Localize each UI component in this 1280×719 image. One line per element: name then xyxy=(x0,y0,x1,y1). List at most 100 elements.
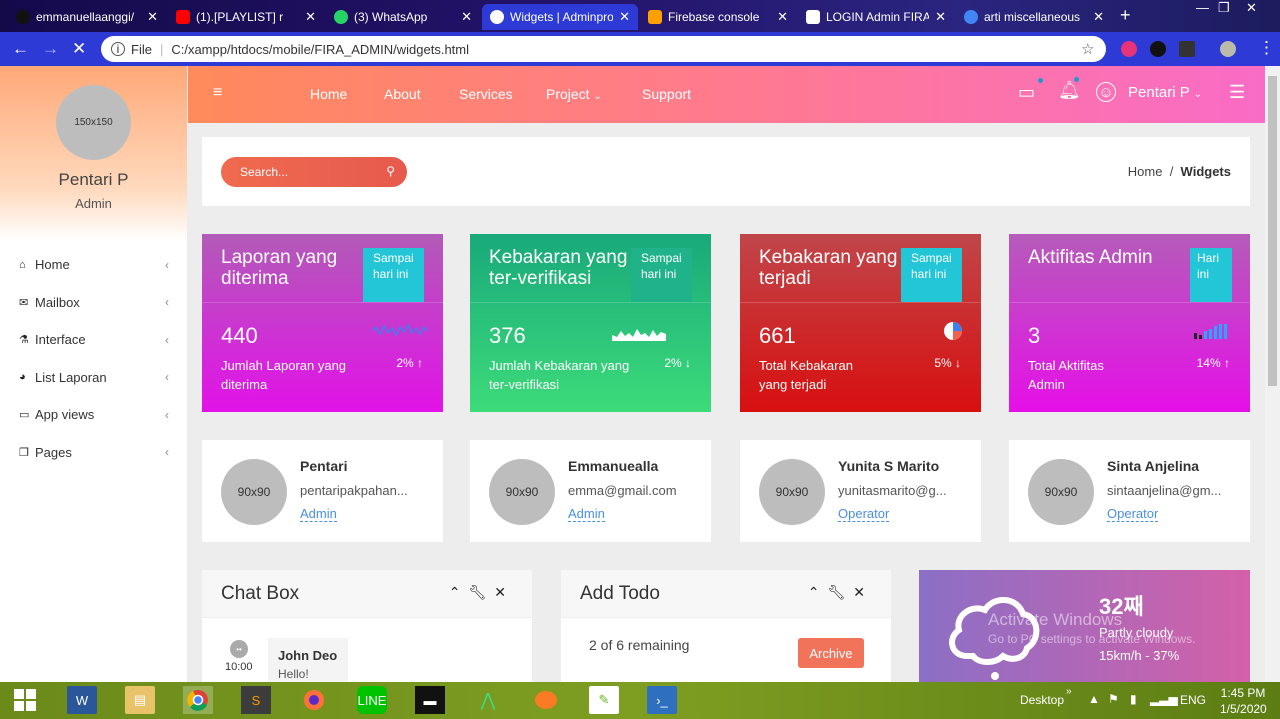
chrome-icon[interactable] xyxy=(183,686,213,714)
close-window-button[interactable]: ✕ xyxy=(1246,0,1257,16)
desktop-toolbar-label[interactable]: Desktop xyxy=(1020,693,1064,707)
avatar[interactable]: 90x90 xyxy=(1028,459,1094,525)
file-explorer-icon[interactable]: ▤ xyxy=(125,686,155,714)
nav-link-label: Project xyxy=(546,86,590,102)
new-tab-button[interactable]: + xyxy=(1120,5,1131,26)
tab-label: Firebase console xyxy=(668,10,760,24)
sublime-text-icon[interactable]: S xyxy=(241,686,271,714)
avatar[interactable]: 90x90 xyxy=(221,459,287,525)
extension-icon[interactable] xyxy=(1150,41,1166,57)
search-input[interactable]: Search... ⚲ xyxy=(221,157,407,187)
avatar[interactable]: 90x90 xyxy=(489,459,555,525)
user-role-link[interactable]: Operator xyxy=(1107,506,1159,522)
chevron-double-icon[interactable]: » xyxy=(1066,686,1072,697)
close-icon[interactable]: ✕ xyxy=(494,584,514,600)
user-role-link[interactable]: Admin xyxy=(568,506,605,522)
user-menu[interactable]: Pentari P ⌄ xyxy=(1128,84,1202,101)
close-icon[interactable]: ✕ xyxy=(853,584,873,600)
close-tab-icon[interactable]: ✕ xyxy=(305,9,316,25)
sidebar-item-mailbox[interactable]: ✉ Mailbox ‹ xyxy=(0,284,187,322)
archive-button[interactable]: Archive xyxy=(798,638,864,668)
chevron-up-icon[interactable]: ⌃ xyxy=(449,584,469,600)
user-role-link[interactable]: Admin xyxy=(300,506,337,522)
page-icon xyxy=(490,10,504,24)
envelope-icon: ✉ xyxy=(19,296,29,309)
address-bar[interactable]: i File | C:/xampp/htdocs/mobile/FIRA_ADM… xyxy=(101,36,1106,62)
nav-link-about[interactable]: About xyxy=(384,86,421,102)
nav-link-support[interactable]: Support xyxy=(642,86,691,102)
network-signal-icon[interactable]: ▂▃▅ xyxy=(1150,692,1178,706)
browser-tab[interactable]: Firebase console ✕ xyxy=(640,4,796,30)
close-tab-icon[interactable]: ✕ xyxy=(777,9,788,25)
browser-tab[interactable]: emmanuellaanggi/ ✕ xyxy=(8,4,166,30)
message-icon[interactable]: ▭ xyxy=(1018,78,1043,103)
sidebar-item-home[interactable]: ⌂ Home ‹ xyxy=(0,246,187,284)
stop-loading-icon[interactable]: ✕ xyxy=(72,39,86,59)
close-tab-icon[interactable]: ✕ xyxy=(461,9,472,25)
nav-link-services[interactable]: Services xyxy=(459,86,513,102)
nav-link-home[interactable]: Home xyxy=(310,86,347,102)
browser-tab-active[interactable]: Widgets | Adminpro ✕ xyxy=(482,4,638,30)
hamburger-menu-icon[interactable]: ≡ xyxy=(213,84,222,102)
chevron-up-icon[interactable]: ⌃ xyxy=(808,584,828,600)
wrench-icon[interactable]: 🔧︎ xyxy=(827,584,853,600)
sidebar-item-pages[interactable]: ❐ Pages ‹ xyxy=(0,434,187,472)
browser-tab[interactable]: arti miscellaneous ✕ xyxy=(956,4,1112,30)
battery-icon[interactable]: ▮ xyxy=(1130,692,1137,706)
line-app-icon[interactable]: LINE xyxy=(357,686,387,714)
minimize-window-button[interactable]: — xyxy=(1196,0,1209,15)
bookmark-star-icon[interactable]: ☆ xyxy=(1081,40,1094,58)
google-icon xyxy=(964,10,978,24)
stat-card: Aktifitas Admin Hari ini 3 Total Aktifit… xyxy=(1009,234,1250,412)
user-email: emma@gmail.com xyxy=(568,483,677,498)
sidebar-item-list-laporan[interactable]: ◕ List Laporan ‹ xyxy=(0,359,187,397)
stat-title: Kebakaran yang terjadi xyxy=(759,247,898,289)
tray-overflow-icon[interactable]: ▲ xyxy=(1088,692,1100,706)
terminal-icon[interactable]: ▬ xyxy=(415,686,445,714)
avatar[interactable]: 90x90 xyxy=(759,459,825,525)
sidebar-profile: 150x150 Pentari P Admin xyxy=(0,66,187,241)
user-card: 90x90 Sinta Anjelina sintaanjelina@gm...… xyxy=(1009,440,1250,542)
restore-window-button[interactable]: ❐ xyxy=(1218,0,1230,16)
powershell-icon[interactable]: ›_ xyxy=(647,686,677,714)
close-tab-icon[interactable]: ✕ xyxy=(1093,9,1104,25)
extension-icon[interactable] xyxy=(1179,41,1195,57)
back-arrow-icon[interactable]: ← xyxy=(12,39,29,59)
close-tab-icon[interactable]: ✕ xyxy=(935,9,946,25)
user-role-link[interactable]: Operator xyxy=(838,506,890,522)
browser-menu-icon[interactable]: ⋮ xyxy=(1258,38,1275,58)
info-icon[interactable]: i xyxy=(111,42,125,56)
language-indicator[interactable]: ENG xyxy=(1180,693,1206,707)
instagram-extension-icon[interactable] xyxy=(1121,41,1137,57)
avatar[interactable]: 150x150 xyxy=(56,85,131,160)
user-icon[interactable]: ☺ xyxy=(1096,82,1116,102)
close-tab-icon[interactable]: ✕ xyxy=(619,9,630,25)
clock[interactable]: 1:45 PM 1/5/2020 xyxy=(1220,686,1267,716)
page-scrollbar[interactable] xyxy=(1265,66,1280,682)
firefox-icon[interactable] xyxy=(299,686,329,714)
breadcrumb-home[interactable]: Home xyxy=(1128,164,1163,179)
search-icon[interactable]: ⚲ xyxy=(386,164,395,178)
notepad-plus-icon[interactable]: ✎ xyxy=(589,686,619,714)
profile-avatar-icon[interactable] xyxy=(1220,41,1236,57)
panel-title: Add Todo xyxy=(580,583,660,604)
user-name: Emmanuealla xyxy=(568,458,659,474)
android-studio-icon[interactable]: ⋀ xyxy=(473,686,503,714)
scrollbar-thumb[interactable] xyxy=(1268,76,1277,386)
browser-tab[interactable]: LOGIN Admin FIRA ✕ xyxy=(798,4,954,30)
browser-tab[interactable]: (1).[PLAYLIST] r ✕ xyxy=(168,4,324,30)
xampp-icon[interactable] xyxy=(531,686,561,714)
nav-link-project[interactable]: Project ⌄ xyxy=(546,86,602,102)
sidebar-item-interface[interactable]: ⚗ Interface ‹ xyxy=(0,321,187,359)
word-icon[interactable]: W xyxy=(67,686,97,714)
settings-menu-icon[interactable]: ☰ xyxy=(1229,82,1245,103)
bell-icon[interactable]: 🔔︎ xyxy=(1058,77,1081,101)
browser-tab[interactable]: (3) WhatsApp ✕ xyxy=(326,4,480,30)
action-center-icon[interactable]: ⚑ xyxy=(1108,692,1119,706)
forward-arrow-icon[interactable]: → xyxy=(42,39,59,59)
windows-start-icon[interactable] xyxy=(10,686,40,714)
sidebar-item-app-views[interactable]: ▭ App views ‹ xyxy=(0,396,187,434)
arrow-icon: ↓ xyxy=(955,356,961,370)
close-tab-icon[interactable]: ✕ xyxy=(147,9,158,25)
wrench-icon[interactable]: 🔧︎ xyxy=(468,584,494,600)
